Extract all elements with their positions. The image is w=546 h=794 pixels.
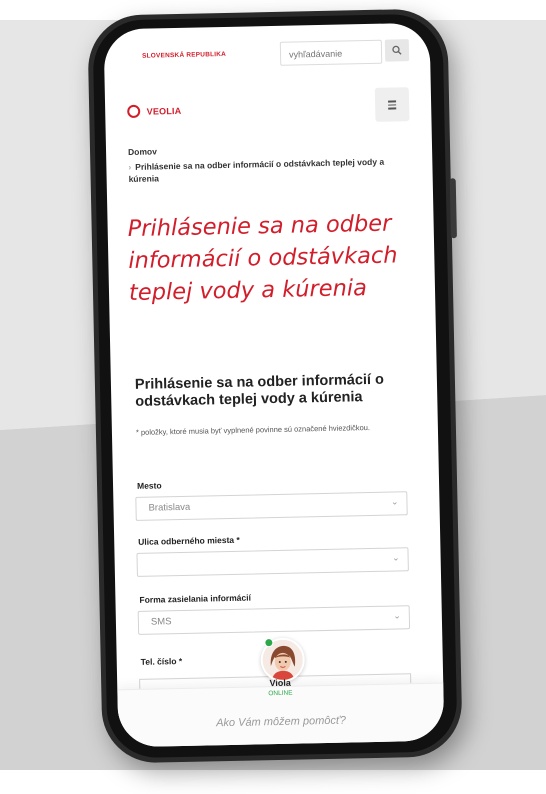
top-bar: SLOVENSKÁ REPUBLIKA xyxy=(103,23,430,78)
search-icon xyxy=(392,45,402,55)
hamburger-menu-icon[interactable] xyxy=(374,87,410,122)
breadcrumb-current-label: Prihlásenie sa na odber informácií o ods… xyxy=(128,156,385,185)
phone-frame: SLOVENSKÁ REPUBLIKA VEOLIA Domov ›Prihlá… xyxy=(87,8,463,764)
form-title: Prihlásenie sa na odber informácií o ods… xyxy=(134,371,385,410)
street-label: Ulica odberného miesta * xyxy=(138,534,240,547)
breadcrumb-home[interactable]: Domov xyxy=(128,146,157,157)
menu-line xyxy=(388,107,397,110)
veolia-logo-mark xyxy=(127,105,141,119)
city-label: Mesto xyxy=(136,480,162,491)
delivery-value: SMS xyxy=(150,616,172,628)
delivery-label: Forma zasielania informácií xyxy=(139,592,252,605)
street-select[interactable]: ⌄ xyxy=(136,547,409,577)
phone-side-button xyxy=(449,178,457,239)
phone-label: Tel. číslo * xyxy=(140,656,183,667)
menu-line xyxy=(388,100,397,103)
chevron-down-icon: ⌄ xyxy=(390,496,399,507)
chevron-down-icon: ⌄ xyxy=(391,552,400,563)
phone-screen: SLOVENSKÁ REPUBLIKA VEOLIA Domov ›Prihlá… xyxy=(103,22,445,748)
delivery-select[interactable]: SMS ⌄ xyxy=(137,605,411,635)
search-button[interactable] xyxy=(384,39,410,62)
country-link[interactable]: SLOVENSKÁ REPUBLIKA xyxy=(142,51,226,60)
required-note: * položky, ktoré musia byť vyplnené povi… xyxy=(135,423,371,437)
page-title: Prihlásenie sa na odber informácií o ods… xyxy=(127,210,398,307)
city-select[interactable]: Bratislava ⌄ xyxy=(135,491,408,521)
city-value: Bratislava xyxy=(148,501,191,514)
search-input[interactable] xyxy=(286,43,366,65)
breadcrumb-current: › Prihlásenie sa na odber informácií o od… xyxy=(128,155,398,185)
veolia-logo-text: VEOLIA xyxy=(146,105,182,117)
search-box xyxy=(279,39,383,66)
chevron-down-icon: ⌄ xyxy=(393,610,401,621)
veolia-logo[interactable]: VEOLIA xyxy=(127,102,181,119)
menu-line xyxy=(388,103,397,106)
breadcrumb-separator: › xyxy=(128,161,132,173)
